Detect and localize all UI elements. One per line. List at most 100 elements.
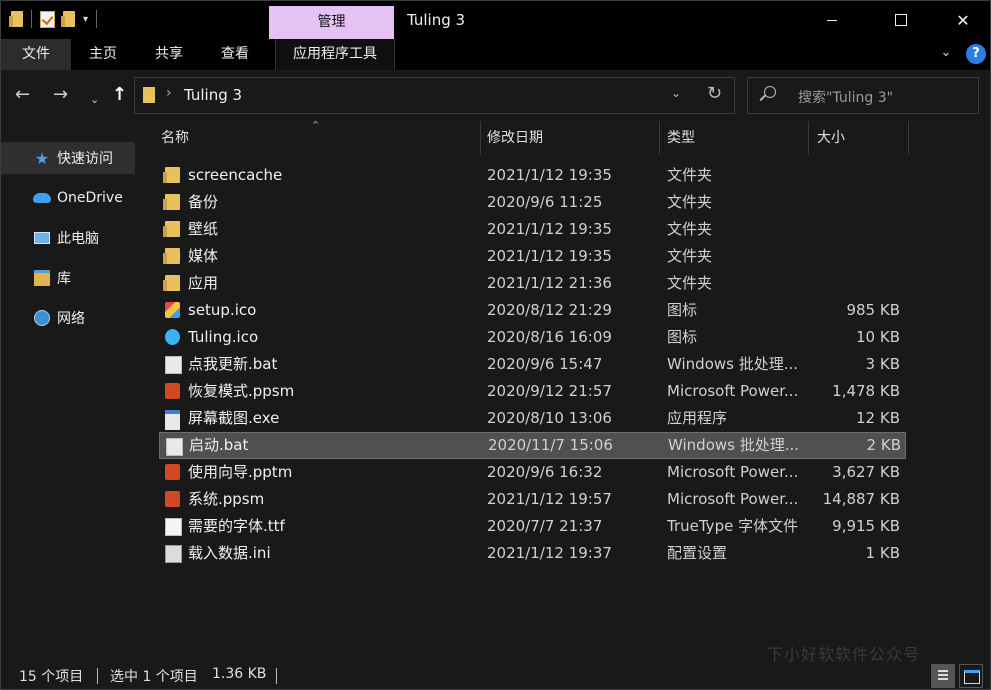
file-row[interactable]: 点我更新.bat 2020/9/6 15:47 Windows 批处理... 3 KB xyxy=(159,351,904,378)
column-divider[interactable] xyxy=(808,121,809,155)
file-date: 2021/1/12 21:36 xyxy=(487,274,612,292)
file-date: 2020/9/12 21:57 xyxy=(487,382,612,400)
file-type: 文件夹 xyxy=(667,220,713,238)
file-row[interactable]: 应用 2021/1/12 21:36 文件夹 xyxy=(159,270,904,297)
recent-locations-chevron-icon[interactable]: ⌄ xyxy=(90,88,99,112)
up-arrow-icon[interactable]: ↑ xyxy=(112,83,127,107)
large-icons-view-button[interactable] xyxy=(959,664,983,688)
file-size: 12 KB xyxy=(856,409,900,427)
help-button[interactable]: ? xyxy=(966,44,986,64)
navigation-bar: ← → ⌄ ↑ › Tuling 3 ⌄ ↻ 搜索"Tuling 3" xyxy=(1,70,990,121)
forward-arrow-icon[interactable]: → xyxy=(53,83,68,107)
file-row[interactable]: 恢复模式.ppsm 2020/9/12 21:57 Microsoft Power.… xyxy=(159,378,904,405)
file-row[interactable]: 屏幕截图.exe 2020/8/10 13:06 应用程序 12 KB xyxy=(159,405,904,432)
details-view-button[interactable] xyxy=(931,664,955,688)
powerpoint-icon xyxy=(165,383,180,399)
column-header-size[interactable]: 大小 xyxy=(817,121,845,156)
file-name: 壁纸 xyxy=(188,220,219,238)
file-row[interactable]: 媒体 2021/1/12 19:35 文件夹 xyxy=(159,243,904,270)
sidebar-item-label: 此电脑 xyxy=(57,231,99,247)
tab-manage[interactable]: 管理 xyxy=(269,6,394,39)
sidebar-item-label: 库 xyxy=(57,271,71,287)
breadcrumb-current[interactable]: Tuling 3 xyxy=(184,86,242,104)
file-type: 文件夹 xyxy=(667,274,713,292)
search-box[interactable]: 搜索"Tuling 3" xyxy=(747,77,979,114)
file-date: 2020/7/7 21:37 xyxy=(487,517,603,535)
batch-file-icon xyxy=(165,356,182,374)
file-date: 2020/9/6 16:32 xyxy=(487,463,603,481)
file-date: 2020/8/16 16:09 xyxy=(487,328,612,346)
search-icon xyxy=(764,86,776,98)
file-row[interactable]: 需要的字体.ttf 2020/7/7 21:37 TrueType 字体文件 9,91… xyxy=(159,513,904,540)
file-date: 2020/9/6 15:47 xyxy=(487,355,603,373)
sidebar-item-libraries[interactable]: 库 xyxy=(1,262,135,294)
column-divider[interactable] xyxy=(659,121,660,155)
file-type: Windows 批处理... xyxy=(668,436,800,454)
batch-file-icon xyxy=(166,438,183,456)
refresh-icon[interactable]: ↻ xyxy=(707,83,722,104)
details-view-icon xyxy=(938,670,948,681)
file-row[interactable]: setup.ico 2020/8/12 21:29 图标 985 KB xyxy=(159,297,904,324)
file-size: 1 KB xyxy=(865,544,900,562)
sidebar-item-label: 网络 xyxy=(57,311,85,327)
folder-icon xyxy=(163,248,180,264)
file-size: 3 KB xyxy=(865,355,900,373)
file-row[interactable]: 备份 2020/9/6 11:25 文件夹 xyxy=(159,189,904,216)
selection-size: 1.36 KB xyxy=(212,666,267,682)
maximize-button[interactable] xyxy=(878,1,924,39)
file-row[interactable]: 载入数据.ini 2021/1/12 19:37 配置设置 1 KB xyxy=(159,540,904,567)
column-header-type[interactable]: 类型 xyxy=(667,121,695,156)
file-name: 备份 xyxy=(188,193,219,211)
sidebar-item-label: OneDrive xyxy=(57,190,123,206)
column-divider[interactable] xyxy=(480,121,481,155)
file-row[interactable]: 壁纸 2021/1/12 19:35 文件夹 xyxy=(159,216,904,243)
star-icon: ★ xyxy=(34,148,50,168)
tab-file[interactable]: 文件 xyxy=(1,39,71,70)
file-name: 启动.bat xyxy=(189,436,249,454)
file-size: 14,887 KB xyxy=(822,490,900,508)
file-type: Microsoft Power... xyxy=(667,463,799,481)
sidebar-item-network[interactable]: 网络 xyxy=(1,302,135,334)
close-button[interactable]: ✕ xyxy=(940,1,986,39)
file-size: 3,627 KB xyxy=(832,463,900,481)
column-divider[interactable] xyxy=(908,121,909,155)
folder-icon xyxy=(9,11,23,27)
minimize-button[interactable] xyxy=(809,1,855,39)
sidebar-item-this-pc[interactable]: 此电脑 xyxy=(1,222,135,254)
tab-share[interactable]: 共享 xyxy=(149,39,189,70)
breadcrumb-chevron-icon[interactable]: › xyxy=(166,85,172,101)
file-row[interactable]: 系统.ppsm 2021/1/12 19:57 Microsoft Power...… xyxy=(159,486,904,513)
file-type: 图标 xyxy=(667,328,698,346)
address-bar[interactable]: › Tuling 3 ⌄ ↻ xyxy=(134,77,735,114)
file-size: 2 KB xyxy=(866,436,901,454)
sidebar-item-quick-access[interactable]: ★ 快速访问 xyxy=(1,142,135,174)
column-header-name[interactable]: 名称 xyxy=(161,121,189,156)
column-header-date[interactable]: 修改日期 xyxy=(487,121,543,156)
file-list: ⌃ 名称 修改日期 类型 大小 screencache 2021/1/12 19:… xyxy=(135,119,990,661)
file-row[interactable]: Tuling.ico 2020/8/16 16:09 图标 10 KB xyxy=(159,324,904,351)
title-bar: ▾ 管理 Tuling 3 ✕ xyxy=(1,1,990,39)
navigation-pane: ★ 快速访问 OneDrive 此电脑 库 网络 xyxy=(1,121,135,661)
file-row[interactable]: screencache 2021/1/12 19:35 文件夹 xyxy=(159,162,904,189)
expand-ribbon-icon[interactable]: ⌄ xyxy=(939,46,953,60)
file-date: 2020/11/7 15:06 xyxy=(488,436,613,454)
sidebar-item-onedrive[interactable]: OneDrive xyxy=(1,182,135,214)
customize-toolbar-icon[interactable]: ▾ xyxy=(83,14,88,25)
file-row[interactable]: 启动.bat 2020/11/7 15:06 Windows 批处理... 2 KB xyxy=(159,432,906,459)
divider xyxy=(96,10,98,28)
tab-view[interactable]: 查看 xyxy=(215,39,255,70)
close-icon: ✕ xyxy=(956,10,970,30)
tab-application-tools[interactable]: 应用程序工具 xyxy=(275,39,395,70)
properties-icon[interactable] xyxy=(40,10,55,28)
folder-icon xyxy=(163,167,180,183)
back-arrow-icon[interactable]: ← xyxy=(15,83,30,107)
item-count: 15 个项目 xyxy=(19,669,84,685)
file-name: 应用 xyxy=(188,274,219,292)
maximize-icon xyxy=(895,14,907,26)
new-folder-icon[interactable] xyxy=(61,11,75,27)
file-name: 系统.ppsm xyxy=(188,490,265,508)
address-dropdown-icon[interactable]: ⌄ xyxy=(671,86,681,100)
file-row[interactable]: 使用向导.pptm 2020/9/6 16:32 Microsoft Power..… xyxy=(159,459,904,486)
file-size: 9,915 KB xyxy=(832,517,900,535)
tab-home[interactable]: 主页 xyxy=(83,39,123,70)
